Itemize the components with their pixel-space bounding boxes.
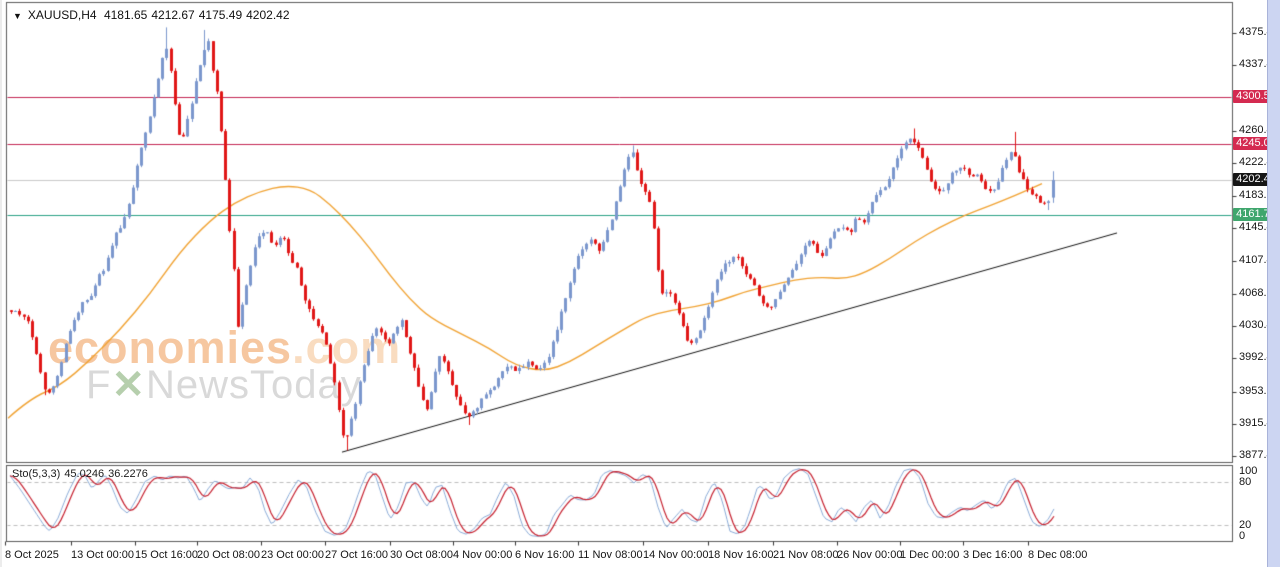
stoch-level-label: 0	[1239, 530, 1246, 542]
window-left-edge	[0, 0, 2, 567]
date-label: 21 Nov 08:00	[773, 549, 839, 561]
date-label: 27 Oct 16:00	[325, 549, 388, 561]
date-label: 1 Dec 00:00	[900, 549, 960, 561]
date-label: 4 Nov 00:00	[453, 549, 513, 561]
date-axis[interactable]: 8 Oct 2025 13 Oct 00:00 15 Oct 16:00 20 Oct…	[0, 544, 1270, 567]
date-label: 14 Nov 00:00	[643, 549, 709, 561]
date-label: 3 Dec 16:00	[963, 549, 1023, 561]
date-label: 30 Oct 08:00	[390, 549, 453, 561]
date-label: 6 Nov 16:00	[515, 549, 575, 561]
date-label: 8 Dec 08:00	[1028, 549, 1088, 561]
date-label: 8 Oct 2025	[5, 549, 59, 561]
date-label: 18 Nov 16:00	[708, 549, 774, 561]
price-chart-canvas[interactable]	[0, 0, 1280, 567]
date-label: 11 Nov 08:00	[578, 549, 643, 561]
price-axis[interactable]: 4375.40 4337.45 4260.40 4222.45 4183.35 4145.…	[1233, 0, 1279, 545]
stoch-level-label: 80	[1239, 475, 1252, 488]
date-label: 23 Oct 00:00	[261, 549, 324, 561]
date-label: 13 Oct 00:00	[71, 549, 134, 561]
date-label: 20 Oct 08:00	[197, 549, 260, 561]
date-label: 15 Oct 16:00	[135, 549, 198, 561]
date-label: 26 Nov 00:00	[837, 549, 903, 561]
window-right-edge	[1267, 0, 1280, 567]
trading-chart-window: economies.com F✕NewsToday ▼XAUUSD,H4 418…	[0, 0, 1280, 567]
